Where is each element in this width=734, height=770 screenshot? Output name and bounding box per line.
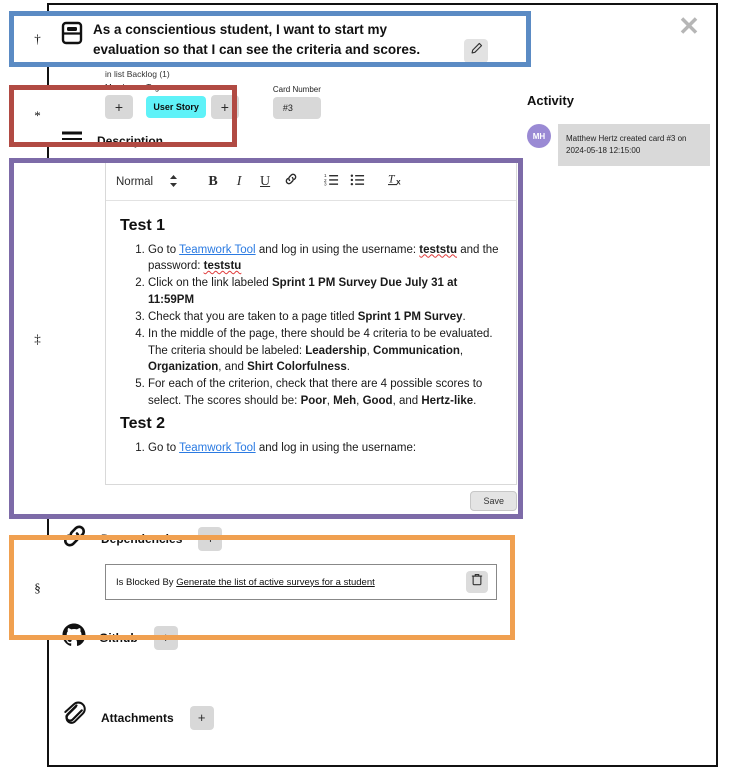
italic-button[interactable]: I [226,169,252,195]
add-member-button[interactable]: + [105,95,133,119]
test2-list: Go to Teamwork Tool and log in using the… [120,440,502,456]
ordered-list-button[interactable]: 1 2 3 [318,169,344,195]
attachments-header: Attachments + [61,701,716,734]
activity-panel: Activity MH Matthew Hertz created card #… [527,93,712,166]
tags-label: Tags [146,83,164,92]
github-heading: Github [99,630,138,645]
teamwork-tool-link[interactable]: Teamwork Tool [179,244,256,256]
link-chain-icon [61,523,89,554]
save-row: Save [105,491,517,511]
list-item: Go to Teamwork Tool and log in using the… [148,242,502,275]
card-title-row: As a conscientious student, I want to st… [49,5,716,63]
link-button[interactable] [278,169,304,195]
test1-heading: Test 1 [120,217,166,234]
add-github-button[interactable]: + [153,625,178,650]
github-icon [61,622,87,653]
dependency-text: Is Blocked By Generate the list of activ… [116,577,375,588]
description-editor[interactable]: Normal B I U 1 2 3 T x Test 1 1. Go to T… [105,162,517,485]
editor-toolbar: Normal B I U 1 2 3 T x [106,163,516,201]
card-number-group: Card Number #3 [272,85,321,119]
test1-list: Go to Teamwork Tool and log in using the… [120,242,502,409]
dependencies-heading: Dependencies [101,531,183,546]
activity-text: Matthew Hertz created card #3 on 2024-05… [558,124,710,166]
bold-button[interactable]: B [200,169,226,195]
add-attachment-button[interactable]: + [189,705,214,730]
members-label: Members [105,83,139,92]
page-title: As a conscientious student, I want to st… [93,22,421,57]
delete-dependency-button[interactable] [466,571,488,593]
text-style-value: Normal [116,175,154,188]
list-item: Click on the link labeled Sprint 1 PM Su… [148,275,502,308]
dependency-relation: Is Blocked By [116,576,174,588]
list-item: Go to Teamwork Tool and log in using the… [148,440,502,456]
card-detail-modal: ✕ As a conscientious student, I want to … [47,3,718,767]
text-style-dropdown[interactable]: Normal [116,174,178,190]
tags-group: Tags User Story + [146,83,239,119]
underline-button[interactable]: U [252,169,278,195]
save-button[interactable]: Save [470,491,517,511]
description-heading: Description [97,133,164,148]
avatar: MH [527,124,551,148]
description-content[interactable]: Test 1 Go to Teamwork Tool and log in us… [106,201,516,484]
svg-text:T: T [388,173,396,186]
svg-text:3: 3 [324,182,327,186]
activity-item: MH Matthew Hertz created card #3 on 2024… [527,124,712,166]
list-item: For each of the criterion, check that th… [148,376,502,409]
tag-chip-user-story[interactable]: User Story [146,96,206,118]
chevron-updown-icon [169,174,178,190]
clear-formatting-button[interactable]: T x [384,169,410,195]
activity-title: Activity [527,93,574,108]
list-item: In the middle of the page, there should … [148,326,502,375]
teamwork-tool-link[interactable]: Teamwork Tool [179,442,256,454]
trash-icon [471,573,483,591]
pencil-icon [470,42,483,60]
ordered-list-icon: 1 2 3 [324,172,339,191]
annotation-marker-gutter [0,0,47,770]
in-list-label: in list Backlog (1) [105,69,170,79]
test2-heading: Test 2 [120,415,166,432]
description-lines-icon [61,129,85,152]
add-tag-button[interactable]: + [210,95,239,119]
link-icon [284,172,298,191]
edit-title-button[interactable] [464,39,488,63]
dependencies-header: Dependencies + [61,523,716,554]
paperclip-icon [61,701,89,734]
members-group: Members + [105,83,138,119]
dependency-link[interactable]: Generate the list of active surveys for … [176,577,375,588]
attachments-heading: Attachments [101,710,174,725]
card-number-label: Card Number [272,85,321,94]
bullet-list-button[interactable] [344,169,370,195]
bullet-list-icon [350,172,365,191]
github-header: Github + [61,622,716,653]
list-item: Check that you are taken to a page title… [148,309,502,325]
card-number-value: #3 [272,97,321,119]
dependency-row: Is Blocked By Generate the list of activ… [105,564,497,600]
card-icon [61,21,83,50]
clear-format-icon: T x [388,171,406,192]
add-dependency-button[interactable]: + [198,526,223,551]
close-icon[interactable]: ✕ [676,13,702,39]
